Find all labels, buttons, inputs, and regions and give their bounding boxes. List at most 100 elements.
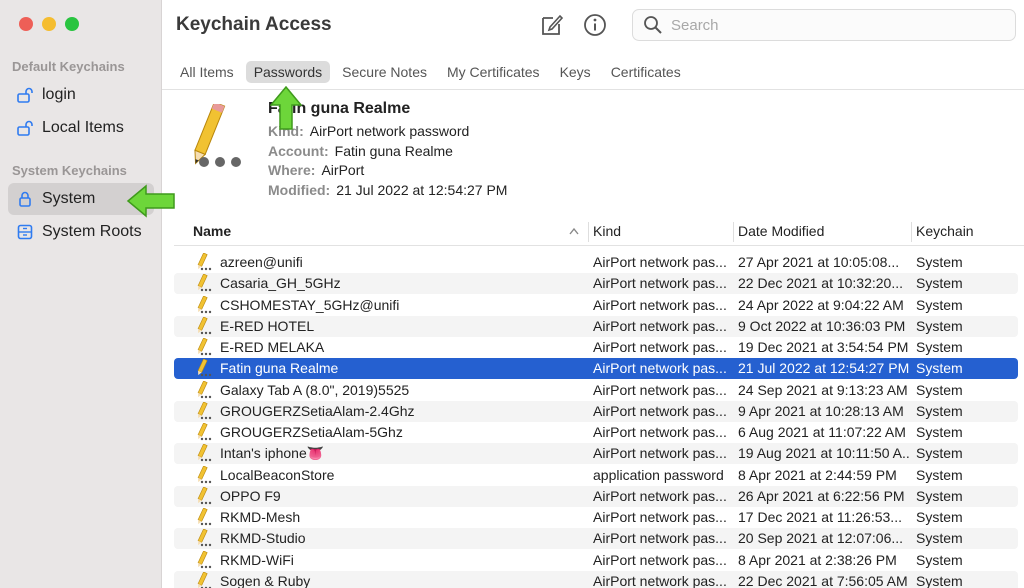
password-item-icon: [194, 104, 241, 167]
table-row[interactable]: Casaria_GH_5GHz AirPort network pas... 22 …: [174, 273, 1018, 295]
sidebar-item-label: Local Items: [42, 119, 124, 136]
tab-my-certificates[interactable]: My Certificates: [439, 61, 548, 83]
cell-kind: AirPort network pas...: [593, 296, 727, 313]
column-separator[interactable]: [911, 222, 912, 242]
column-separator[interactable]: [588, 222, 589, 242]
system-keychains-header: System Keychains: [12, 163, 127, 178]
table-row[interactable]: RKMD-Studio AirPort network pas... 20 Sep …: [174, 528, 1018, 550]
cell-name: Intan's iphone👅: [220, 445, 325, 462]
cell-keychain: System: [916, 360, 963, 377]
password-item-icon: [197, 571, 212, 588]
table-row[interactable]: Galaxy Tab A (8.0", 2019)5525 AirPort net…: [174, 380, 1018, 401]
search-field[interactable]: [632, 9, 1016, 41]
detail-where-row: Where: AirPort: [268, 162, 364, 178]
table-row[interactable]: E-RED HOTEL AirPort network pas... 9 Oct 2…: [174, 315, 1018, 337]
cell-date-modified: 24 Apr 2022 at 9:04:22 AM: [738, 296, 904, 313]
search-input[interactable]: [671, 16, 971, 34]
info-icon[interactable]: [582, 12, 608, 38]
annotation-arrow-left-icon: [126, 184, 175, 218]
cell-name: GROUGERZSetiaAlam-2.4Ghz: [220, 402, 415, 419]
cell-name: E-RED HOTEL: [220, 317, 315, 334]
cell-name: Casaria_GH_5GHz: [220, 275, 341, 292]
table-row[interactable]: azreen@unifi AirPort network pas... 27 Apr…: [174, 252, 1018, 273]
table-row[interactable]: RKMD-WiFi AirPort network pas... 8 Apr 202…: [174, 550, 1018, 571]
table-row[interactable]: GROUGERZSetiaAlam-5Ghz AirPort network pa…: [174, 422, 1018, 443]
cell-name: OPPO F9: [220, 487, 281, 504]
cell-name: GROUGERZSetiaAlam-5Ghz: [220, 424, 403, 440]
table-header: Name Kind Date Modified Keychain: [174, 218, 1024, 246]
sidebar-item-system-roots[interactable]: System Roots: [8, 216, 154, 248]
cell-keychain: System: [916, 381, 963, 398]
password-item-icon: [197, 316, 212, 334]
close-window-button[interactable]: [19, 17, 33, 31]
tab-certificates[interactable]: Certificates: [603, 61, 689, 83]
tab-keys[interactable]: Keys: [552, 61, 599, 83]
table-row[interactable]: OPPO F9 AirPort network pas... 26 Apr 2021…: [174, 485, 1018, 507]
window-controls: [19, 17, 79, 31]
cell-date-modified: 6 Aug 2021 at 11:07:22 AM: [738, 424, 906, 440]
sidebar: Default Keychains login Local Items Syst…: [0, 0, 162, 588]
sidebar-item-login[interactable]: login: [8, 79, 154, 111]
cell-keychain: System: [916, 487, 963, 504]
column-header-date-modified[interactable]: Date Modified: [738, 223, 824, 239]
table-row[interactable]: E-RED MELAKA AirPort network pas... 19 Dec…: [174, 337, 1018, 358]
detail-modified-row: Modified: 21 Jul 2022 at 12:54:27 PM: [268, 182, 507, 198]
tab-all-items[interactable]: All Items: [172, 61, 242, 83]
table-row[interactable]: Sogen & Ruby AirPort network pas... 22 Dec…: [174, 570, 1018, 588]
tab-secure-notes[interactable]: Secure Notes: [334, 61, 435, 83]
cell-name: azreen@unifi: [220, 254, 303, 270]
cell-date-modified: 24 Sep 2021 at 9:13:23 AM: [738, 381, 908, 398]
sort-ascending-chevron-icon[interactable]: [569, 227, 579, 235]
sidebar-item-label: System: [42, 190, 96, 207]
sidebar-item-label: login: [42, 86, 76, 103]
cell-name: RKMD-Studio: [220, 530, 306, 547]
table-row[interactable]: GROUGERZSetiaAlam-2.4Ghz AirPort network …: [174, 400, 1018, 422]
column-header-name[interactable]: Name: [193, 223, 231, 239]
cell-keychain: System: [916, 509, 963, 525]
search-icon: [644, 16, 662, 34]
password-item-icon: [197, 444, 212, 462]
cell-name: LocalBeaconStore: [220, 466, 335, 483]
cell-keychain: System: [916, 551, 963, 568]
category-tabs: All Items Passwords Secure Notes My Cert…: [172, 61, 689, 83]
column-separator[interactable]: [733, 222, 734, 242]
cell-name: E-RED MELAKA: [220, 339, 325, 355]
column-header-kind[interactable]: Kind: [593, 223, 621, 239]
password-item-icon: [197, 295, 212, 313]
table-row[interactable]: LocalBeaconStore application password 8 Ap…: [174, 465, 1018, 486]
detail-account-value: Fatin guna Realme: [334, 143, 453, 159]
detail-modified-value: 21 Jul 2022 at 12:54:27 PM: [336, 182, 508, 198]
cell-keychain: System: [916, 530, 963, 547]
table-row[interactable]: Fatin guna Realme AirPort network pas... 2…: [174, 358, 1018, 380]
table-row[interactable]: Intan's iphone👅 AirPort network pas... 19 …: [174, 443, 1018, 465]
compose-icon[interactable]: [539, 12, 565, 38]
cell-keychain: System: [916, 466, 963, 483]
cell-kind: AirPort network pas...: [593, 509, 727, 525]
cell-date-modified: 22 Dec 2021 at 10:32:20...: [738, 275, 904, 292]
cell-kind: AirPort network pas...: [593, 530, 727, 547]
zoom-window-button[interactable]: [65, 17, 79, 31]
cell-date-modified: 21 Jul 2022 at 12:54:27 PM: [738, 360, 910, 377]
detail-where-label: Where:: [268, 162, 316, 178]
password-item-icon: [197, 465, 212, 483]
cell-date-modified: 19 Dec 2021 at 3:54:54 PM: [738, 339, 909, 355]
column-header-keychain[interactable]: Keychain: [916, 223, 974, 239]
cell-kind: AirPort network pas...: [593, 551, 727, 568]
minimize-window-button[interactable]: [42, 17, 56, 31]
cell-keychain: System: [916, 254, 963, 270]
cell-date-modified: 17 Dec 2021 at 11:26:53...: [738, 509, 902, 525]
cell-kind: AirPort network pas...: [593, 275, 727, 292]
tab-passwords[interactable]: Passwords: [245, 61, 331, 83]
table-row[interactable]: CSHOMESTAY_5GHz@unifi AirPort network pas…: [174, 295, 1018, 316]
cell-date-modified: 19 Aug 2021 at 10:11:50 A...: [738, 445, 910, 462]
cell-kind: AirPort network pas...: [593, 445, 727, 462]
cell-name: RKMD-Mesh: [220, 509, 301, 525]
password-item-icon: [197, 486, 212, 504]
unlocked-padlock-icon: [17, 87, 33, 103]
cell-kind: AirPort network pas...: [593, 424, 727, 440]
password-item-icon: [197, 380, 212, 398]
table-row[interactable]: RKMD-Mesh AirPort network pas... 17 Dec 20…: [174, 507, 1018, 528]
cell-kind: application password: [593, 466, 724, 483]
cell-keychain: System: [916, 424, 963, 440]
sidebar-item-local-items[interactable]: Local Items: [8, 112, 154, 144]
